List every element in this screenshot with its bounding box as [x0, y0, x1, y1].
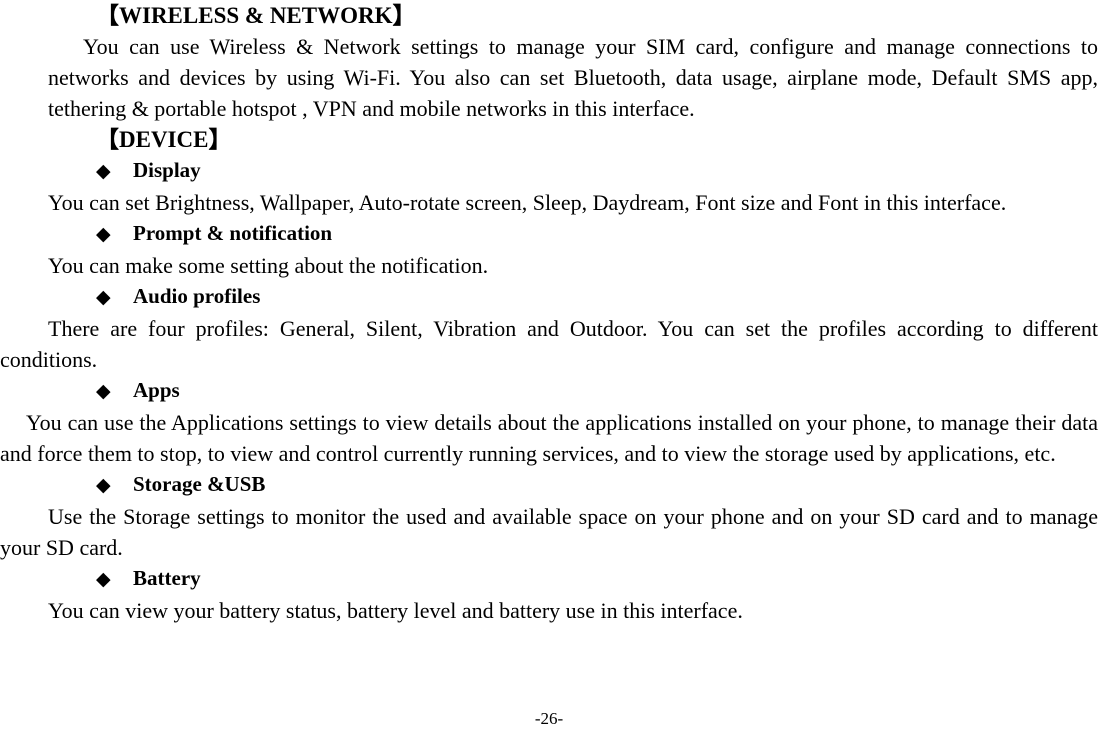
bullet-label-audio-profiles: Audio profiles — [133, 284, 261, 308]
paragraph-audio-profiles: There are four profiles: General, Silent… — [0, 316, 1098, 372]
bullet-item-battery: ◆ Battery — [0, 563, 1098, 595]
bullet-item-prompt-notification: ◆ Prompt & notification — [0, 218, 1098, 250]
bullet-label-display: Display — [133, 158, 201, 182]
section-heading-wireless-network: 【WIRELESS & NETWORK】 — [96, 3, 416, 28]
bullet-item-storage-usb: ◆ Storage &USB — [0, 469, 1098, 501]
paragraph-storage-usb: Use the Storage settings to monitor the … — [0, 504, 1098, 560]
diamond-bullet-icon: ◆ — [96, 224, 111, 245]
paragraph-wireless-network: You can use Wireless & Network settings … — [48, 34, 1098, 121]
paragraph-apps: You can use the Applications settings to… — [0, 410, 1098, 466]
diamond-bullet-icon: ◆ — [96, 161, 111, 182]
bullet-label-battery: Battery — [133, 566, 201, 590]
page-number: -26- — [534, 709, 564, 728]
diamond-bullet-icon: ◆ — [96, 475, 111, 496]
page-content: 【WIRELESS & NETWORK】 You can use Wireles… — [0, 0, 1098, 626]
bullet-item-audio-profiles: ◆ Audio profiles — [0, 281, 1098, 313]
diamond-bullet-icon: ◆ — [96, 569, 111, 590]
bullet-item-display: ◆ Display — [0, 155, 1098, 187]
manual-page: 【WIRELESS & NETWORK】 You can use Wireles… — [0, 0, 1098, 736]
paragraph-battery: You can view your battery status, batter… — [48, 598, 743, 623]
bullet-label-apps: Apps — [133, 378, 180, 402]
diamond-bullet-icon: ◆ — [96, 381, 111, 402]
bullet-label-prompt-notification: Prompt & notification — [133, 221, 333, 245]
section-heading-device: 【DEVICE】 — [96, 127, 232, 152]
diamond-bullet-icon: ◆ — [96, 287, 111, 308]
bullet-label-storage-usb: Storage &USB — [133, 472, 266, 496]
paragraph-display: You can set Brightness, Wallpaper, Auto-… — [48, 190, 1007, 215]
bullet-item-apps: ◆ Apps — [0, 375, 1098, 407]
paragraph-prompt-notification: You can make some setting about the noti… — [48, 253, 489, 278]
